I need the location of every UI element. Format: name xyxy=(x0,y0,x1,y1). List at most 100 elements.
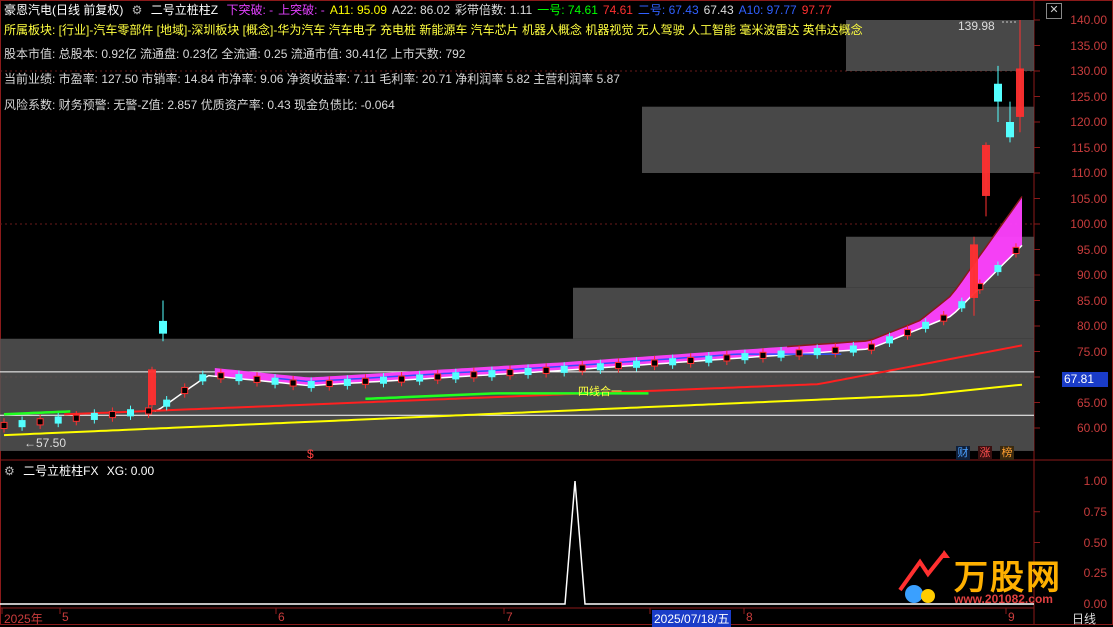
candle-body xyxy=(325,379,333,388)
candle-body xyxy=(1006,122,1014,138)
risk-row: 风险系数: 财务预警: 无警-Z值: 2.857 优质资产率: 0.43 现金负… xyxy=(4,98,395,112)
candle-body xyxy=(488,370,496,378)
watermark-mascot-icon xyxy=(898,550,950,603)
indicator-value-6: 74.61 xyxy=(602,3,633,17)
sub-axis-label: 0.75 xyxy=(1083,504,1107,519)
platform-label: 四线合一 xyxy=(578,386,622,398)
capital-row: 股本市值: 总股本: 0.92亿 流通盘: 0.23亿 全流通: 0.25 流通… xyxy=(4,47,466,61)
candle-body xyxy=(970,244,978,298)
candle-body xyxy=(108,411,116,419)
indicator-value-1: 上突破: - xyxy=(278,3,325,17)
price-axis-label: 125.00 xyxy=(1070,89,1107,104)
candle-body xyxy=(343,378,351,386)
candle-body xyxy=(669,358,677,366)
price-chart[interactable] xyxy=(0,0,1113,625)
date-axis-label: 8 xyxy=(746,610,753,624)
high-price-label: 139.98 xyxy=(958,19,995,33)
low-price-value: 57.50 xyxy=(36,436,67,450)
sub-indicator-name[interactable]: 二号立桩柱FX xyxy=(23,464,98,478)
candle-body xyxy=(813,348,821,356)
candle-body xyxy=(958,301,966,309)
date-axis-label: 7 xyxy=(506,610,513,624)
sub-settings-icon[interactable]: ⚙ xyxy=(4,464,15,478)
price-axis-label: 75.00 xyxy=(1076,344,1107,359)
candle-body xyxy=(687,356,695,365)
candle-body xyxy=(271,377,279,385)
candle-body xyxy=(705,355,713,363)
candle-body xyxy=(379,376,387,384)
sub-axis-label: 1.00 xyxy=(1083,474,1107,488)
close-icon[interactable]: ✕ xyxy=(1046,3,1062,19)
price-axis-label: 60.00 xyxy=(1076,421,1107,435)
indicator-name[interactable]: 二号立桩柱Z xyxy=(151,3,218,17)
indicator-value-5: 一号: 74.61 xyxy=(537,3,598,17)
candle-body xyxy=(1016,68,1024,117)
indicator-value-4: 彩带倍数: 1.11 xyxy=(455,3,533,17)
badge-1[interactable]: 涨 xyxy=(978,446,992,460)
low-price-label: ←57.50 xyxy=(24,436,67,450)
candle-body xyxy=(72,414,80,422)
candle-body xyxy=(596,363,604,371)
price-axis-label: 110.00 xyxy=(1071,166,1107,180)
candle-body xyxy=(994,264,1002,273)
candle-body xyxy=(54,416,62,424)
indicator-value-7: 二号: 67.43 xyxy=(637,3,699,17)
candle-body xyxy=(831,346,839,354)
price-zone xyxy=(642,106,1034,173)
candle-body xyxy=(253,375,261,383)
candle-body xyxy=(632,360,640,368)
price-axis-label: 85.00 xyxy=(1076,293,1107,308)
stock-title: 豪恩汽电(日线 前复权) xyxy=(4,3,124,17)
candle-body xyxy=(542,366,550,374)
price-axis-label: 80.00 xyxy=(1076,319,1107,333)
candle-body xyxy=(148,369,156,406)
price-axis-label: 90.00 xyxy=(1076,268,1107,282)
badge-0[interactable]: 财 xyxy=(956,446,970,460)
indicator-value-2: A11: 95.09 xyxy=(329,3,387,17)
indicator-value-3: A22: 86.02 xyxy=(391,3,451,17)
candle-body xyxy=(145,407,153,415)
candle-body xyxy=(741,353,749,361)
candle-body xyxy=(651,359,659,367)
candle-body xyxy=(982,144,990,196)
sub-panel-header: ⚙ 二号立桩柱FX XG: 0.00 xyxy=(4,464,159,478)
date-axis-label: 5 xyxy=(62,610,69,624)
price-axis-label: 135.00 xyxy=(1070,38,1107,53)
candle-body xyxy=(18,420,26,428)
candle-body xyxy=(416,374,424,382)
date-axis-label: 6 xyxy=(278,610,285,624)
badge-2[interactable]: 榜 xyxy=(1000,446,1014,460)
candle-body xyxy=(307,380,315,389)
candle-body xyxy=(614,361,622,370)
price-axis-label: 115.00 xyxy=(1071,140,1107,155)
candle-body xyxy=(867,343,875,351)
candle-body xyxy=(434,373,442,381)
candle-body xyxy=(289,379,297,387)
candle-body xyxy=(217,372,225,380)
candle-body xyxy=(940,314,948,322)
indicator-values: 下突破: - 上突破: - A11: 95.09 A22: 86.02 彩带倍数: 1.… xyxy=(226,3,836,17)
indicator-value-10: 97.77 xyxy=(801,3,832,17)
candle-body xyxy=(452,372,460,380)
chart-header: 豪恩汽电(日线 前复权) ⚙ 二号立桩柱Z 下突破: - 上突破: - A11: 9… xyxy=(4,3,842,17)
price-axis-label: 95.00 xyxy=(1076,242,1107,257)
price-axis-label: 120.00 xyxy=(1070,115,1107,129)
performance-row: 当前业绩: 市盈率: 127.50 市销率: 14.84 市净率: 9.06 净… xyxy=(4,72,620,86)
current-price-tag: 67.81 xyxy=(1062,372,1108,387)
candle-body xyxy=(398,375,406,383)
candle-body xyxy=(904,329,912,337)
watermark-url: www.201082.com xyxy=(954,592,1053,606)
date-axis-label: 2025年 xyxy=(4,612,43,626)
candle-body xyxy=(795,349,803,357)
candle-body xyxy=(126,409,134,417)
candle-body xyxy=(849,345,857,353)
price-axis-label: 130.00 xyxy=(1070,64,1107,78)
indicator-value-0: 下突破: - xyxy=(226,3,274,17)
period-label[interactable]: 日线 xyxy=(1072,610,1096,627)
indicator-value-9: A10: 97.77 xyxy=(738,3,797,17)
price-zone xyxy=(846,20,1034,71)
indicator-settings-icon[interactable]: ⚙ xyxy=(132,3,143,17)
candle-body xyxy=(723,354,731,362)
candle-body xyxy=(235,374,243,382)
candle-body xyxy=(560,365,568,373)
